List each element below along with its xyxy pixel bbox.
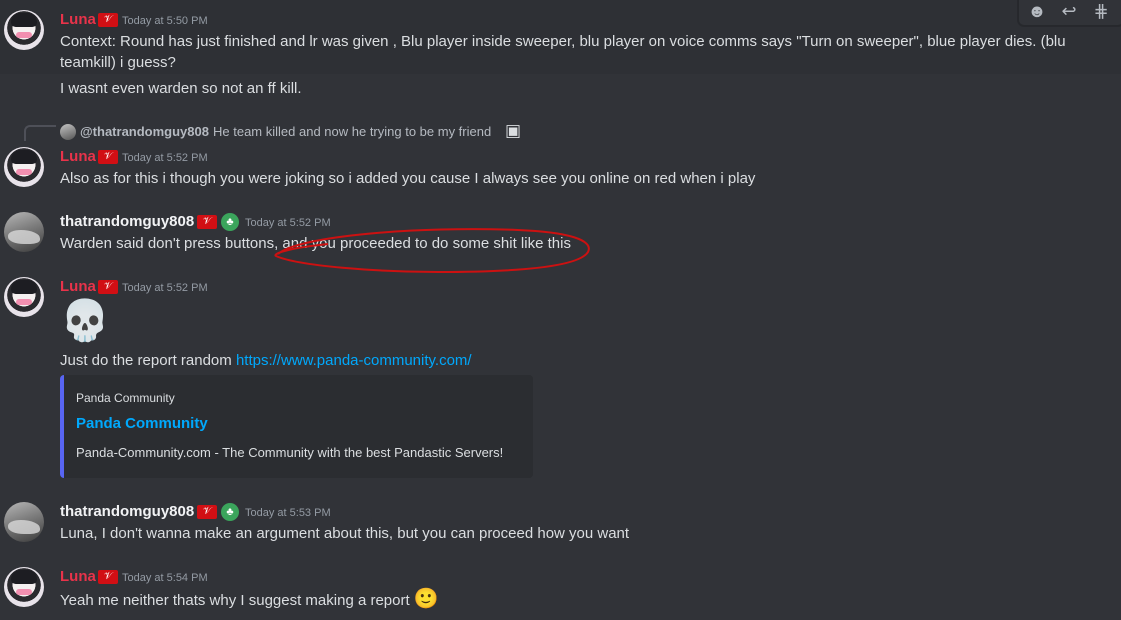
- message-prefix: Just do the report random: [60, 352, 236, 369]
- flag-icon: 𝒱: [98, 150, 118, 164]
- avatar[interactable]: [4, 277, 44, 317]
- reply-avatar: [60, 124, 76, 140]
- avatar[interactable]: [4, 212, 44, 252]
- flag-icon: 𝒱: [98, 280, 118, 294]
- reply-preview-text[interactable]: He team killed and now he trying to be m…: [213, 123, 491, 141]
- timestamp: Today at 5:54 PM: [122, 572, 208, 584]
- username[interactable]: Luna: [60, 147, 96, 167]
- flag-icon: 𝒱: [98, 13, 118, 27]
- message-body: Yeah me neither thats why I suggest maki…: [60, 592, 410, 609]
- username[interactable]: Luna: [60, 10, 96, 30]
- link-embed: Panda Community Panda Community Panda-Co…: [60, 375, 533, 478]
- message-text: Also as for this i though you were jokin…: [60, 170, 756, 187]
- message-text: Luna, I don't wanna make an argument abo…: [60, 525, 630, 542]
- username[interactable]: Luna: [60, 567, 96, 587]
- add-reaction-icon[interactable]: ☻: [1023, 0, 1051, 23]
- image-attachment-icon: ▣: [505, 121, 522, 140]
- message-text: Just do the report random https://www.pa…: [60, 350, 472, 372]
- timestamp: Today at 5:53 PM: [245, 507, 331, 519]
- reply-username[interactable]: @thatrandomguy808: [80, 123, 209, 141]
- message-text: Context: Round has just finished and lr …: [60, 33, 1066, 50]
- embed-description: Panda-Community.com - The Community with…: [76, 445, 504, 460]
- guild-badge-icon: ♣: [221, 213, 239, 231]
- skull-emoji: 💀: [60, 299, 110, 343]
- embed-provider[interactable]: Panda Community: [76, 390, 175, 406]
- timestamp: Today at 5:50 PM: [122, 15, 208, 27]
- red-circle-annotation: [274, 228, 590, 274]
- create-thread-icon[interactable]: ⋕: [1087, 0, 1115, 23]
- username[interactable]: Luna: [60, 277, 96, 297]
- avatar[interactable]: [4, 10, 44, 50]
- message-link[interactable]: https://www.panda-community.com/: [236, 352, 472, 369]
- username[interactable]: thatrandomguy808: [60, 502, 194, 522]
- avatar[interactable]: [4, 502, 44, 542]
- guild-badge-icon: ♣: [221, 503, 239, 521]
- avatar[interactable]: [4, 567, 44, 607]
- message-actions-toolbar: ☻ ↩ ⋕: [1018, 0, 1121, 26]
- flag-icon: 𝒱: [197, 505, 217, 519]
- avatar[interactable]: [4, 147, 44, 187]
- flag-icon: 𝒱: [98, 570, 118, 584]
- username[interactable]: thatrandomguy808: [60, 212, 194, 232]
- embed-title[interactable]: Panda Community: [76, 414, 208, 434]
- timestamp: Today at 5:52 PM: [122, 282, 208, 294]
- smile-emoji: 🙂: [413, 588, 439, 610]
- flag-icon: 𝒱: [197, 215, 217, 229]
- reply-connector: [24, 125, 56, 141]
- message-text: Yeah me neither thats why I suggest maki…: [60, 588, 439, 612]
- reply-icon[interactable]: ↩: [1055, 0, 1083, 23]
- timestamp: Today at 5:52 PM: [122, 152, 208, 164]
- message-text: I wasnt even warden so not an ff kill.: [60, 80, 302, 97]
- message-text: teamkill) i guess?: [60, 54, 176, 71]
